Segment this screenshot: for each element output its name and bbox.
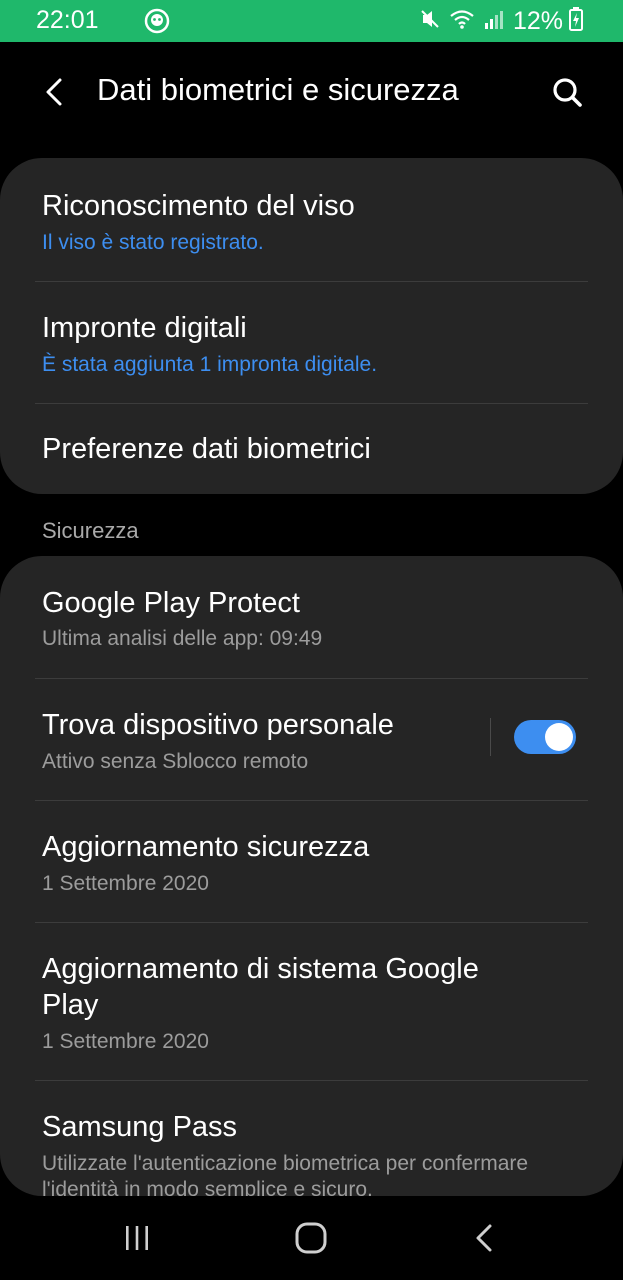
biometric-preferences-item[interactable]: Preferenze dati biometrici <box>0 404 623 494</box>
item-subtitle: Il viso è stato registrato. <box>42 231 264 254</box>
item-subtitle: Attivo senza Sblocco remoto <box>42 750 309 773</box>
item-title: Google Play Protect <box>42 587 300 619</box>
item-subtitle: 1 Settembre 2020 <box>42 872 209 895</box>
item-subtitle: Utilizzate l'autenticazione biometrica p… <box>42 1152 529 1196</box>
security-card: Google Play Protect Ultima analisi delle… <box>0 556 623 1196</box>
item-title: Aggiornamento sicurezza <box>42 831 370 863</box>
biometrics-card: Riconoscimento del viso Il viso è stato … <box>0 158 623 494</box>
app-bar: Dati biometrici e sicurezza <box>0 42 623 142</box>
item-title: Samsung Pass <box>42 1111 238 1143</box>
recent-apps-icon[interactable] <box>113 1218 161 1258</box>
find-my-device-toggle[interactable] <box>514 720 576 754</box>
navigation-bar <box>0 1196 623 1280</box>
item-subtitle: È stata aggiunta 1 impronta digitale. <box>42 353 378 376</box>
toggle-knob <box>545 723 573 751</box>
back-icon[interactable] <box>461 1218 509 1258</box>
toggle-separator <box>490 718 491 756</box>
item-title: Riconoscimento del viso <box>42 190 355 222</box>
item-title: Impronte digitali <box>42 312 247 344</box>
item-title: Aggiornamento di sistema Google Play <box>42 953 479 1021</box>
status-bar: 22:01 12% <box>0 0 623 42</box>
app-notification-icon <box>144 8 170 34</box>
status-time: 22:01 <box>36 6 99 34</box>
google-play-protect-item[interactable]: Google Play Protect Ultima analisi delle… <box>0 556 623 678</box>
item-title: Trova dispositivo personale <box>42 709 394 741</box>
mute-icon <box>419 8 449 35</box>
section-label-security: Sicurezza <box>42 518 139 543</box>
signal-icon <box>483 8 513 35</box>
item-subtitle: Ultima analisi delle app: 09:49 <box>42 627 323 650</box>
google-play-system-update-item[interactable]: Aggiornamento di sistema Google Play 1 S… <box>0 923 623 1080</box>
battery-percentage: 12% <box>512 6 563 35</box>
battery-charging-icon <box>569 6 591 36</box>
status-icons: 12% <box>419 6 591 36</box>
face-recognition-item[interactable]: Riconoscimento del viso Il viso è stato … <box>0 158 623 281</box>
security-update-item[interactable]: Aggiornamento sicurezza 1 Settembre 2020 <box>0 801 623 922</box>
item-title: Preferenze dati biometrici <box>42 433 371 465</box>
home-icon[interactable] <box>287 1218 335 1258</box>
fingerprints-item[interactable]: Impronte digitali È stata aggiunta 1 imp… <box>0 282 623 403</box>
item-subtitle: 1 Settembre 2020 <box>42 1030 209 1053</box>
samsung-pass-item[interactable]: Samsung Pass Utilizzate l'autenticazione… <box>0 1081 623 1196</box>
back-arrow-icon[interactable] <box>38 72 74 112</box>
wifi-icon <box>449 8 483 35</box>
page-title: Dati biometrici e sicurezza <box>97 72 459 107</box>
search-icon[interactable] <box>548 72 586 112</box>
